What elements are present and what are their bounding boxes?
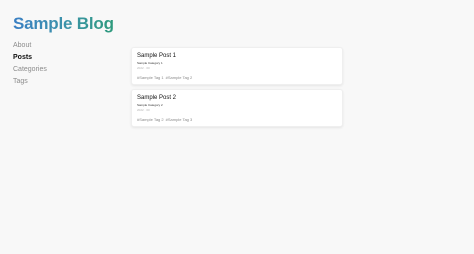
post-card[interactable]: Sample Post 2 Sample Category 2 2022 · 0… [131, 89, 343, 127]
post-tag[interactable]: #Sample Tag 2 [137, 117, 164, 122]
post-tags: #Sample Tag 2 #Sample Tag 3 [137, 117, 337, 122]
post-card[interactable]: Sample Post 1 Sample Category 1 2022 · 0… [131, 47, 343, 85]
post-tag[interactable]: #Sample Tag 1 [137, 75, 164, 80]
post-meta: 2022 · 00 [137, 66, 150, 70]
blog-page: Sample Blog About Posts Categories Tags … [0, 0, 474, 254]
post-title[interactable]: Sample Post 2 [137, 95, 337, 102]
post-meta: 2022 · 00 [137, 108, 150, 112]
post-tags: #Sample Tag 1 #Sample Tag 2 [137, 75, 337, 80]
post-title[interactable]: Sample Post 1 [137, 53, 337, 60]
post-category[interactable]: Sample Category 1 [137, 61, 337, 65]
sidebar-item-posts[interactable]: Posts [13, 54, 113, 62]
sidebar-item-tags[interactable]: Tags [13, 78, 113, 86]
post-category[interactable]: Sample Category 2 [137, 103, 337, 107]
sidebar-nav: About Posts Categories Tags [13, 42, 113, 90]
post-tag[interactable]: #Sample Tag 3 [166, 117, 193, 122]
sidebar-item-categories[interactable]: Categories [13, 66, 113, 74]
sidebar-item-about[interactable]: About [13, 42, 113, 50]
site-title[interactable]: Sample Blog [13, 13, 114, 35]
post-tag[interactable]: #Sample Tag 2 [166, 75, 193, 80]
post-list: Sample Post 1 Sample Category 1 2022 · 0… [131, 47, 343, 131]
